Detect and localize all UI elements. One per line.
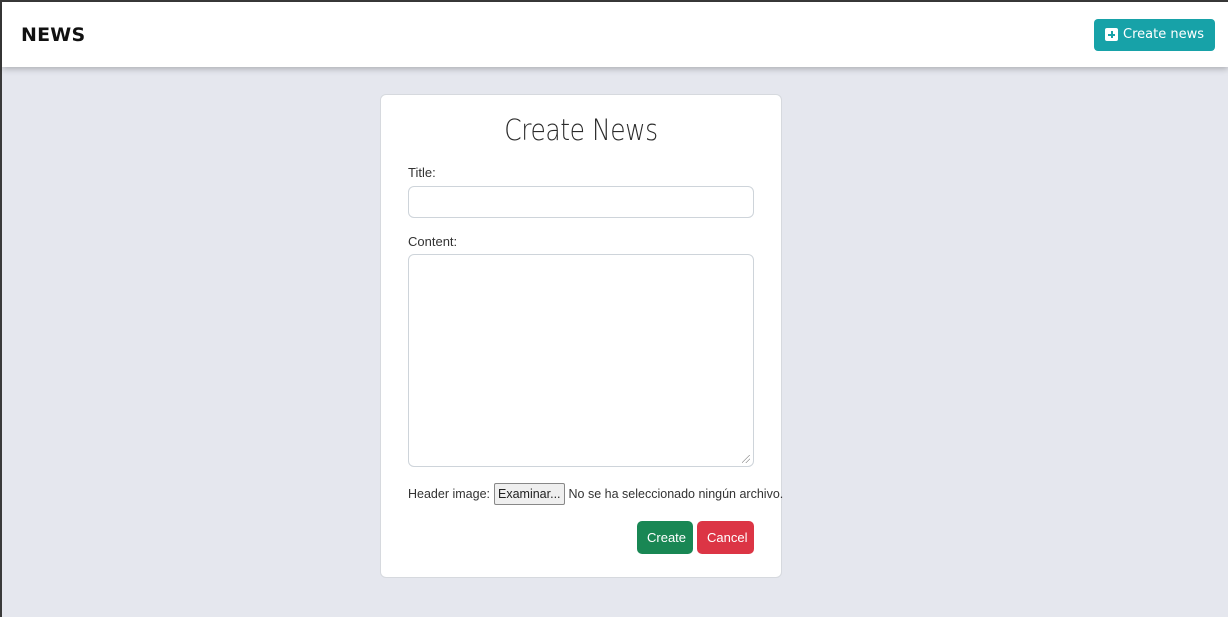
brand-title[interactable]: NEWS bbox=[21, 24, 85, 46]
form-actions: Create Cancel bbox=[408, 521, 754, 554]
header-image-field: Header image: Examinar... No se ha selec… bbox=[408, 483, 783, 505]
title-input[interactable] bbox=[408, 186, 754, 218]
create-button[interactable]: Create bbox=[637, 521, 693, 554]
plus-square-icon bbox=[1105, 28, 1119, 41]
page-title: Create News bbox=[504, 113, 658, 147]
create-news-nav-label: Create news bbox=[1123, 27, 1204, 42]
file-browse-button[interactable]: Examinar... bbox=[494, 483, 565, 505]
create-news-card: Create News Title: Content: Header image… bbox=[380, 94, 783, 578]
content-label: Content: bbox=[408, 234, 458, 249]
navbar: NEWS Create news bbox=[2, 2, 1228, 67]
file-status-text: No se ha seleccionado ningún archivo. bbox=[568, 487, 784, 501]
cancel-button[interactable]: Cancel bbox=[697, 521, 754, 554]
resize-grip-icon[interactable] bbox=[742, 455, 750, 463]
title-label: Title: bbox=[408, 165, 436, 180]
create-news-nav-button[interactable]: Create news bbox=[1094, 18, 1215, 51]
header-image-label: Header image: bbox=[408, 487, 490, 501]
content-textarea[interactable] bbox=[408, 254, 754, 467]
app-window: NEWS Create news Create News Title: Cont… bbox=[0, 0, 1228, 617]
